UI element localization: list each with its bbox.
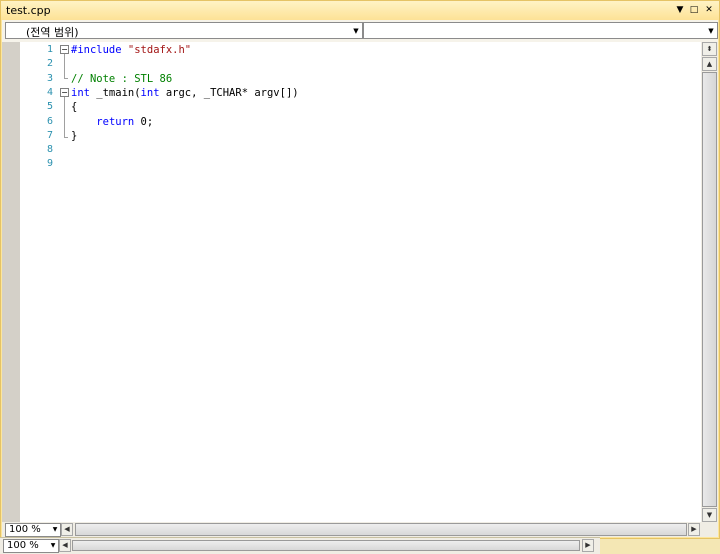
scope-combo-value: (전역 범위) xyxy=(26,26,79,39)
code-token: #include xyxy=(71,44,128,56)
outline-line xyxy=(64,54,65,78)
code-token: _tmain( xyxy=(89,86,141,99)
code-token: // Note : STL 86 xyxy=(71,72,173,85)
code-line[interactable]: } xyxy=(71,129,77,143)
line-number-gutter: 1 2 3 4 5 6 7 8 9 xyxy=(20,42,53,522)
collapse-icon[interactable]: − xyxy=(60,45,69,54)
code-token: return xyxy=(96,115,135,128)
zoom-value-secondary: 100 % xyxy=(7,540,39,551)
chevron-down-icon[interactable]: ▼ xyxy=(707,24,715,38)
line-number: 4 xyxy=(46,86,53,98)
zoom-combo[interactable]: 100 % ▼ xyxy=(5,523,61,537)
line-number: 6 xyxy=(46,115,53,127)
code-line[interactable]: // Note : STL 86 xyxy=(71,72,172,86)
code-token: argc, _TCHAR* argv[]) xyxy=(159,86,299,99)
arrow-down-icon[interactable]: ▼ xyxy=(702,508,717,522)
outlining-margin: − − xyxy=(58,42,72,522)
code-line[interactable]: #include "stdafx.h" xyxy=(71,43,191,57)
line-number: 5 xyxy=(46,101,53,113)
maximize-icon[interactable]: □ xyxy=(688,3,700,17)
window-position-dropdown-icon[interactable]: ▼ xyxy=(674,3,686,17)
chevron-down-icon[interactable]: ▼ xyxy=(49,540,57,552)
document-tab-title[interactable]: test.cpp xyxy=(6,4,51,17)
code-line[interactable]: return 0; xyxy=(71,115,153,129)
scope-combo[interactable]: (전역 범위) ▼ xyxy=(5,22,363,39)
close-icon[interactable]: ✕ xyxy=(703,3,715,17)
arrow-right-icon[interactable]: ▶ xyxy=(582,539,594,552)
code-line[interactable]: int _tmain(int argc, _TCHAR* argv[]) xyxy=(71,86,299,100)
title-bar: test.cpp ▼ □ ✕ xyxy=(1,1,719,20)
outline-end xyxy=(64,137,68,138)
navigation-bar: (전역 범위) ▼ ▼ xyxy=(2,20,718,42)
code-token: int xyxy=(140,86,160,99)
line-number: 9 xyxy=(46,158,53,170)
split-view-icon[interactable]: ⬍ xyxy=(702,42,717,56)
code-line[interactable]: { xyxy=(71,100,77,114)
code-token: { xyxy=(71,101,78,114)
chevron-down-icon[interactable]: ▼ xyxy=(51,524,59,536)
horizontal-scroll-thumb[interactable] xyxy=(75,523,687,536)
vertical-scrollbar[interactable]: ⬍ ▲ ▼ xyxy=(701,42,718,522)
line-number: 7 xyxy=(46,129,53,141)
horizontal-bar: 100 % ▼ ◀ ▶ xyxy=(2,522,718,537)
collapse-icon[interactable]: − xyxy=(60,88,69,97)
outline-end xyxy=(64,78,68,79)
chevron-down-icon[interactable]: ▼ xyxy=(352,24,360,38)
zoom-combo-secondary[interactable]: 100 % ▼ xyxy=(3,539,59,553)
code-editor[interactable]: 1 2 3 4 5 6 7 8 9 − − #include "stdafx.h" // Note… xyxy=(2,42,701,522)
arrow-up-icon[interactable]: ▲ xyxy=(702,57,717,71)
arrow-left-icon[interactable]: ◀ xyxy=(61,523,73,536)
line-number: 2 xyxy=(46,58,53,70)
outline-line xyxy=(64,97,65,137)
code-token: int xyxy=(71,86,90,99)
vertical-scroll-thumb[interactable] xyxy=(702,72,717,507)
zoom-value: 100 % xyxy=(9,524,41,535)
line-number: 3 xyxy=(46,72,53,84)
indicator-margin[interactable] xyxy=(2,42,20,522)
member-combo[interactable]: ▼ xyxy=(363,22,718,39)
editor-window: test.cpp ▼ □ ✕ (전역 범위) ▼ ▼ 1 2 3 4 5 6 7 8 9 − −… xyxy=(0,0,720,539)
code-token: "stdafx.h" xyxy=(127,44,192,56)
arrow-right-icon[interactable]: ▶ xyxy=(688,523,700,536)
secondary-scroll-thumb[interactable] xyxy=(72,540,580,551)
secondary-window-strip: 100 % ▼ ◀ ▶ xyxy=(0,537,600,554)
line-number: 8 xyxy=(46,144,53,156)
code-token: } xyxy=(71,129,78,142)
code-token: 0; xyxy=(134,115,154,128)
arrow-left-icon[interactable]: ◀ xyxy=(59,539,71,552)
line-number: 1 xyxy=(46,44,53,55)
